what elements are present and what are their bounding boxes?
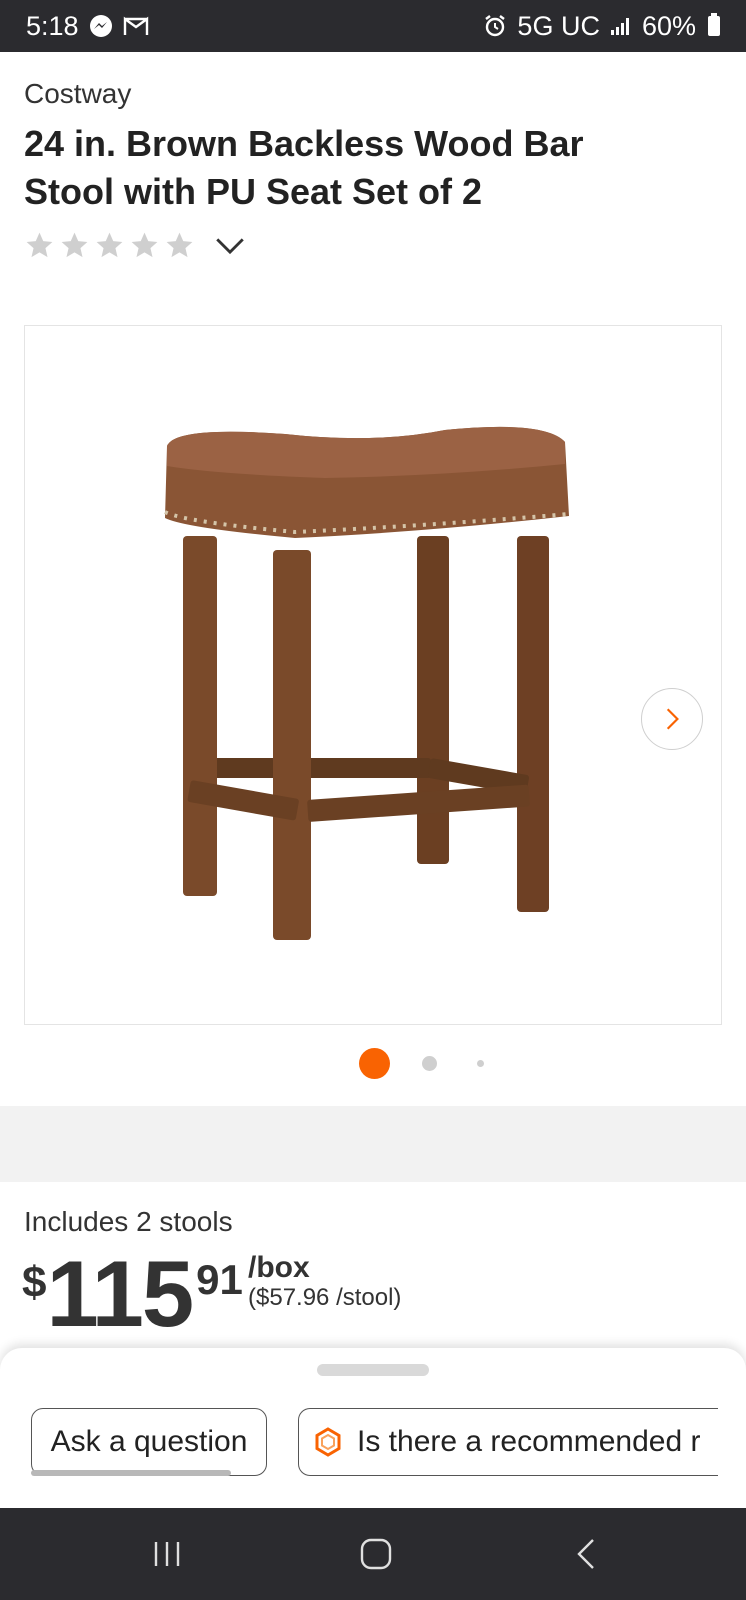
price-dollar-sign: $ — [22, 1258, 47, 1307]
signal-icon — [610, 16, 632, 36]
image-gallery — [0, 300, 746, 1106]
price-whole: 115 — [46, 1241, 194, 1346]
price: $ 115 91 — [22, 1241, 243, 1346]
home-button[interactable] — [346, 1530, 406, 1578]
price-per-stool: ($57.96 /stool) — [248, 1284, 402, 1311]
gmail-icon — [123, 15, 149, 37]
suggested-question-text: Is there a recommended r — [357, 1425, 701, 1458]
product-image[interactable] — [24, 325, 722, 1025]
bar-stool-image — [164, 426, 570, 940]
pagination-dot-active[interactable] — [359, 1048, 390, 1079]
product-brand[interactable]: Costway — [24, 78, 131, 110]
network-label: 5G UC — [517, 10, 600, 41]
price-cents: 91 — [196, 1256, 243, 1303]
recent-apps-button[interactable] — [137, 1530, 197, 1578]
star-icon — [96, 232, 123, 257]
system-nav-bar — [0, 1508, 746, 1600]
recent-apps-icon — [154, 1542, 180, 1566]
price-unit: /box — [248, 1251, 310, 1284]
battery-label: 60% — [641, 10, 696, 41]
next-image-button[interactable] — [641, 688, 703, 750]
status-time: 5:18 — [26, 10, 79, 41]
includes-label: Includes 2 stools — [24, 1206, 233, 1237]
status-left: 5:18 — [26, 11, 149, 42]
star-icon — [131, 232, 158, 257]
chevron-right-icon — [666, 708, 679, 730]
product-rating[interactable] — [24, 228, 247, 262]
suggested-question-chip[interactable]: Is there a recommended r — [298, 1408, 718, 1476]
back-button[interactable] — [556, 1530, 616, 1578]
star-icon — [61, 232, 88, 257]
price-unit-block: /box ($57.96 /stool) — [248, 1252, 401, 1312]
status-right: 5G UC 60% — [483, 11, 720, 42]
battery-icon — [708, 13, 720, 36]
bottom-sheet: Ask a question Is there a recommended r — [0, 1348, 746, 1508]
back-icon — [577, 1539, 594, 1569]
pagination-dot[interactable] — [422, 1056, 437, 1071]
section-divider — [0, 1106, 746, 1182]
ask-question-button[interactable]: Ask a question — [31, 1408, 267, 1476]
star-icon — [26, 232, 53, 257]
star-icon — [166, 232, 193, 257]
alarm-icon — [483, 14, 507, 38]
messenger-icon — [89, 14, 113, 38]
pagination-dot[interactable] — [477, 1060, 484, 1067]
ai-hexagon-icon — [315, 1427, 341, 1457]
product-title: 24 in. Brown Backless Wood Bar Stool wit… — [24, 123, 584, 212]
gallery-pagination — [0, 1048, 746, 1079]
ask-button-underline — [31, 1470, 231, 1476]
sheet-drag-handle[interactable] — [317, 1364, 429, 1376]
home-icon — [360, 1538, 392, 1570]
status-bar: 5:18 5G UC 60% — [0, 0, 746, 52]
chevron-down-icon[interactable] — [213, 228, 247, 262]
